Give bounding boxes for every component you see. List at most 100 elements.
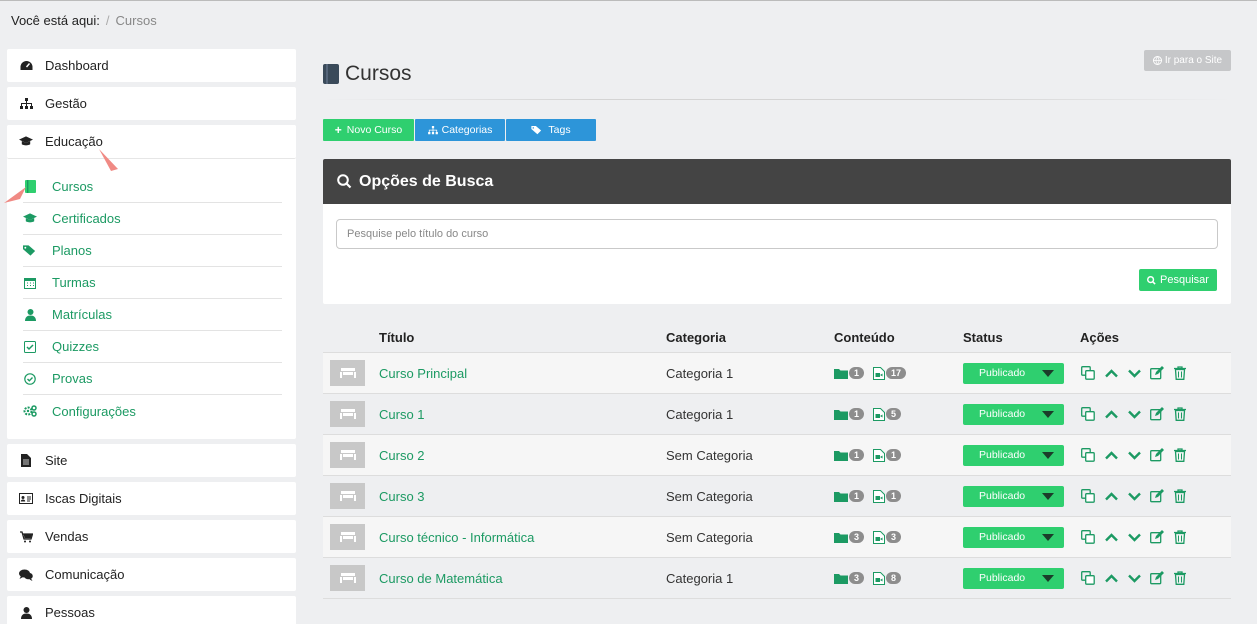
submenu-item-cursos[interactable]: Cursos xyxy=(23,171,282,203)
course-thumbnail xyxy=(330,565,365,591)
new-course-label: Novo Curso xyxy=(346,124,403,136)
new-course-button[interactable]: + Novo Curso xyxy=(323,119,414,141)
copy-icon[interactable] xyxy=(1080,570,1096,586)
sidebar-item-label: Educação xyxy=(45,134,103,149)
chevron-down-icon[interactable] xyxy=(1126,447,1142,463)
sidebar-item-comunicacao[interactable]: Comunicação xyxy=(7,558,296,591)
trash-icon[interactable] xyxy=(1172,447,1188,463)
trash-icon[interactable] xyxy=(1172,406,1188,422)
go-to-site-button[interactable]: Ir para o Site xyxy=(1144,50,1231,71)
column-header-title: Título xyxy=(379,329,415,345)
chevron-up-icon[interactable] xyxy=(1103,488,1119,504)
folder-icon xyxy=(834,409,848,420)
submenu-item-certificados[interactable]: Certificados xyxy=(23,203,282,235)
edit-icon[interactable] xyxy=(1149,447,1165,463)
status-dropdown[interactable]: Publicado xyxy=(963,526,1064,548)
row-actions xyxy=(1080,488,1231,504)
trash-icon[interactable] xyxy=(1172,570,1188,586)
folder-count-badge: 1 xyxy=(849,490,865,502)
chevron-up-icon[interactable] xyxy=(1103,570,1119,586)
breadcrumb-current: Cursos xyxy=(115,13,157,28)
course-title-link[interactable]: Curso técnico - Informática xyxy=(379,530,666,545)
sidebar-item-site[interactable]: Site xyxy=(7,444,296,477)
caret-down-icon xyxy=(1042,369,1054,377)
course-content: 1 1 xyxy=(834,489,963,503)
graduation-cap-icon xyxy=(19,135,33,149)
courses-table: Título Categoria Conteúdo Status Ações C… xyxy=(323,322,1231,599)
categories-button[interactable]: Categorias xyxy=(415,119,505,141)
chevron-down-icon[interactable] xyxy=(1126,406,1142,422)
copy-icon[interactable] xyxy=(1080,488,1096,504)
folder-count-badge: 1 xyxy=(849,449,865,461)
search-button[interactable]: Pesquisar xyxy=(1139,269,1217,291)
edit-icon[interactable] xyxy=(1149,406,1165,422)
status-dropdown[interactable]: Publicado xyxy=(963,567,1064,589)
chevron-down-icon[interactable] xyxy=(1126,365,1142,381)
toolbar: + Novo Curso Categorias Tags xyxy=(323,119,596,141)
edit-icon[interactable] xyxy=(1149,365,1165,381)
chevron-up-icon[interactable] xyxy=(1103,447,1119,463)
search-panel-title: Opções de Busca xyxy=(359,172,494,190)
chevron-down-icon[interactable] xyxy=(1126,570,1142,586)
folder-count-badge: 3 xyxy=(849,572,865,584)
submenu-item-matriculas[interactable]: Matrículas xyxy=(23,299,282,331)
copy-icon[interactable] xyxy=(1080,529,1096,545)
submenu-item-quizzes[interactable]: Quizzes xyxy=(23,331,282,363)
course-category: Categoria 1 xyxy=(666,365,734,381)
folder-icon xyxy=(834,368,848,379)
submenu-item-label: Cursos xyxy=(52,179,94,194)
status-dropdown[interactable]: Publicado xyxy=(963,444,1064,466)
row-actions xyxy=(1080,406,1231,422)
id-card-icon xyxy=(19,492,33,506)
chevron-up-icon[interactable] xyxy=(1103,406,1119,422)
course-content: 1 5 xyxy=(834,407,963,421)
edit-icon[interactable] xyxy=(1149,488,1165,504)
sidebar-item-label: Pessoas xyxy=(45,605,95,620)
column-header-actions: Ações xyxy=(1080,329,1120,345)
edit-icon[interactable] xyxy=(1149,570,1165,586)
sidebar-item-gestao[interactable]: Gestão xyxy=(7,87,296,120)
sidebar-item-pessoas[interactable]: Pessoas xyxy=(7,596,296,624)
submenu-item-planos[interactable]: Planos xyxy=(23,235,282,267)
file-media-icon xyxy=(873,448,886,462)
submenu-item-provas[interactable]: Provas xyxy=(23,363,282,395)
copy-icon[interactable] xyxy=(1080,447,1096,463)
course-content: 1 17 xyxy=(834,366,963,380)
folder-icon xyxy=(834,532,848,543)
breadcrumb: Você está aqui: / Cursos xyxy=(11,13,157,28)
page-title: Cursos xyxy=(323,62,412,86)
sidebar-item-dashboard[interactable]: Dashboard xyxy=(7,49,296,82)
status-dropdown[interactable]: Publicado xyxy=(963,362,1064,384)
tags-button[interactable]: Tags xyxy=(506,119,596,141)
sidebar-item-iscas-digitais[interactable]: Iscas Digitais xyxy=(7,482,296,515)
submenu-item-configuracoes[interactable]: Configurações xyxy=(23,395,282,427)
trash-icon[interactable] xyxy=(1172,529,1188,545)
status-dropdown[interactable]: Publicado xyxy=(963,403,1064,425)
copy-icon[interactable] xyxy=(1080,365,1096,381)
search-panel: Opções de Busca Pesquisar xyxy=(323,159,1231,304)
check-square-icon xyxy=(23,340,37,354)
edit-icon[interactable] xyxy=(1149,529,1165,545)
course-title-link[interactable]: Curso 2 xyxy=(379,448,666,463)
course-title-link[interactable]: Curso 3 xyxy=(379,489,666,504)
submenu-item-label: Quizzes xyxy=(52,339,99,354)
chevron-up-icon[interactable] xyxy=(1103,365,1119,381)
submenu-item-turmas[interactable]: Turmas xyxy=(23,267,282,299)
sidebar-item-vendas[interactable]: Vendas xyxy=(7,520,296,553)
sidebar-item-label: Vendas xyxy=(45,529,89,544)
chevron-down-icon[interactable] xyxy=(1126,488,1142,504)
search-input[interactable] xyxy=(336,219,1218,249)
book-icon xyxy=(323,64,339,84)
status-dropdown[interactable]: Publicado xyxy=(963,485,1064,507)
trash-icon[interactable] xyxy=(1172,365,1188,381)
trash-icon[interactable] xyxy=(1172,488,1188,504)
caret-down-icon xyxy=(1042,492,1054,500)
sitemap-icon xyxy=(19,97,33,111)
sidebar-item-educacao[interactable]: Educação xyxy=(7,125,296,159)
copy-icon[interactable] xyxy=(1080,406,1096,422)
chevron-down-icon[interactable] xyxy=(1126,529,1142,545)
chevron-up-icon[interactable] xyxy=(1103,529,1119,545)
course-title-link[interactable]: Curso 1 xyxy=(379,407,666,422)
course-title-link[interactable]: Curso de Matemática xyxy=(379,571,666,586)
course-title-link[interactable]: Curso Principal xyxy=(379,366,666,381)
